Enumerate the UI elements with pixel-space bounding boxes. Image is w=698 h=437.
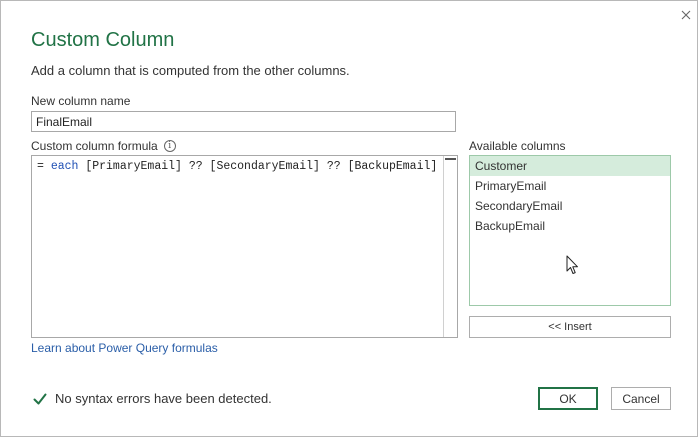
available-column-primaryemail[interactable]: PrimaryEmail [470, 176, 670, 196]
formula-scrollbar[interactable] [443, 156, 457, 337]
new-column-name-label: New column name [31, 94, 131, 108]
custom-column-dialog: Custom Column Add a column that is compu… [0, 0, 698, 437]
check-icon [33, 393, 47, 404]
learn-power-query-link[interactable]: Learn about Power Query formulas [31, 341, 218, 355]
formula-prefix: = [37, 160, 51, 173]
available-column-backupemail[interactable]: BackupEmail [470, 216, 670, 236]
info-icon[interactable]: i [163, 140, 176, 152]
formula-editor[interactable]: = each [PrimaryEmail] ?? [SecondaryEmail… [31, 155, 458, 338]
close-icon [681, 10, 691, 20]
new-column-name-input[interactable] [31, 111, 456, 132]
custom-column-formula-label: Custom column formula [31, 139, 158, 153]
scrollbar-thumb[interactable] [445, 158, 456, 160]
formula-expression: [PrimaryEmail] ?? [SecondaryEmail] ?? [B… [78, 160, 438, 173]
available-columns-list[interactable]: Customer PrimaryEmail SecondaryEmail Bac… [469, 155, 671, 306]
formula-keyword: each [50, 160, 79, 173]
formula-label-group: Custom column formula i [31, 139, 176, 153]
available-columns-label: Available columns [469, 139, 566, 153]
available-column-secondaryemail[interactable]: SecondaryEmail [470, 196, 670, 216]
cancel-button[interactable]: Cancel [611, 387, 671, 410]
dialog-title: Custom Column [31, 29, 175, 51]
available-column-customer[interactable]: Customer [470, 156, 670, 176]
mouse-pointer-icon [566, 255, 578, 274]
syntax-status-text: No syntax errors have been detected. [55, 391, 272, 406]
formula-text[interactable]: = each [PrimaryEmail] ?? [SecondaryEmail… [37, 160, 437, 173]
ok-button[interactable]: OK [538, 387, 598, 410]
dialog-subtitle: Add a column that is computed from the o… [31, 63, 350, 78]
close-button[interactable] [676, 5, 696, 25]
syntax-status: No syntax errors have been detected. [33, 391, 272, 406]
insert-button[interactable]: << Insert [469, 316, 671, 338]
